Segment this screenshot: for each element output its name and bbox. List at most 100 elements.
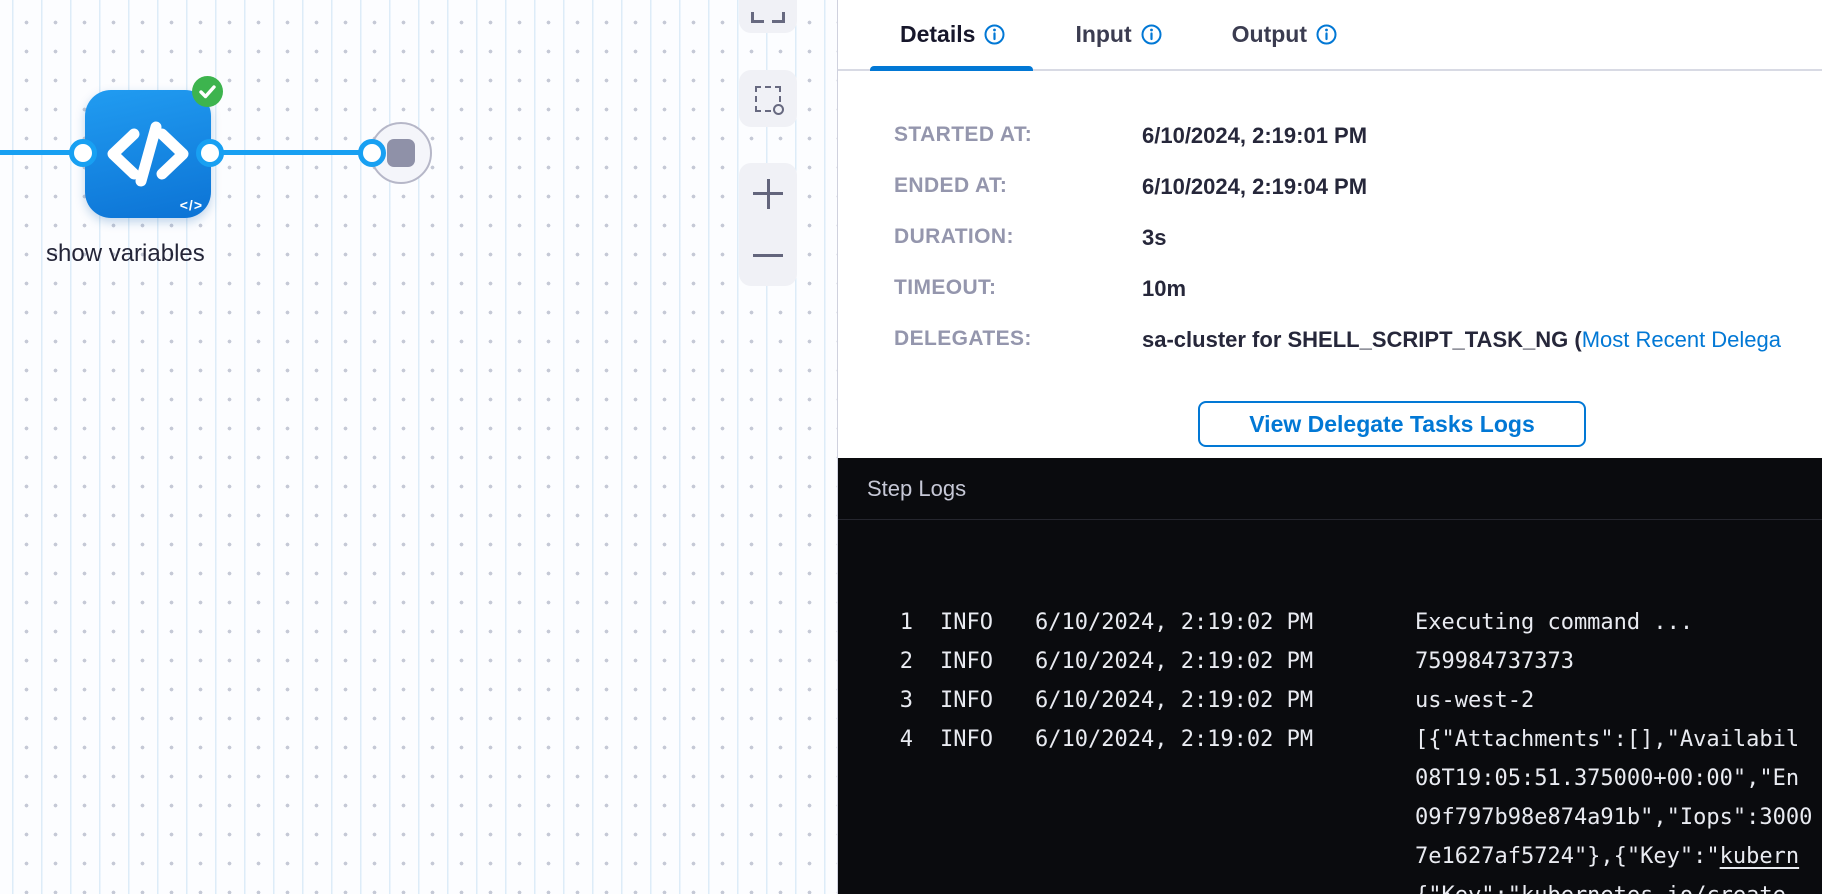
step-details-panel: Details Input Output STARTED xyxy=(837,0,1822,894)
log-timestamp xyxy=(1035,759,1415,798)
log-message: 09f797b98e874a91b","Iops":3000 xyxy=(1415,798,1822,837)
log-level: INFO xyxy=(940,642,1035,681)
log-message: us-west-2 xyxy=(1415,681,1822,720)
log-message-text: 7e1627af5724"},{"Key":" xyxy=(1415,844,1720,869)
log-timestamp: 6/10/2024, 2:19:02 PM xyxy=(1035,681,1415,720)
tab-details[interactable]: Details xyxy=(886,21,1019,48)
tab-input-label: Input xyxy=(1075,21,1131,48)
log-line-number: 1 xyxy=(838,603,913,642)
log-message: 08T19:05:51.375000+00:00","En xyxy=(1415,759,1822,798)
most-recent-delegate-link[interactable]: Most Recent Delega xyxy=(1582,327,1781,352)
detail-row-duration: DURATION: 3s xyxy=(894,225,1822,251)
tab-input[interactable]: Input xyxy=(1061,21,1175,48)
log-timestamp xyxy=(1035,876,1415,894)
view-delegate-tasks-logs-button[interactable]: View Delegate Tasks Logs xyxy=(1198,401,1586,447)
log-link[interactable]: kubern xyxy=(1720,844,1799,869)
step-node-label: show variables xyxy=(46,240,205,268)
log-line: 2 INFO 6/10/2024, 2:19:02 PM 75998473737… xyxy=(838,642,1822,681)
tab-details-label: Details xyxy=(900,21,975,48)
log-message: {"Key":"kubernetes.io/create xyxy=(1415,876,1822,894)
log-line-continuation: 09f797b98e874a91b","Iops":3000 xyxy=(838,798,1822,837)
plus-icon xyxy=(753,179,783,209)
log-line-number: 2 xyxy=(838,642,913,681)
log-line-continuation: {"Key":"kubernetes.io/create xyxy=(838,876,1822,894)
step-node-show-variables[interactable]: </> xyxy=(85,90,211,218)
log-line-continuation: 7e1627af5724"},{"Key":"kubern xyxy=(838,837,1822,876)
zoom-out-button[interactable] xyxy=(753,225,783,286)
log-timestamp xyxy=(1035,798,1415,837)
log-level xyxy=(940,798,1035,837)
minus-icon xyxy=(753,240,783,270)
log-line-number xyxy=(838,798,913,837)
log-line-number xyxy=(838,759,913,798)
log-message-text: 08T19:05:51.375000+00:00","En xyxy=(1415,766,1799,791)
zoom-controls xyxy=(739,163,797,286)
log-timestamp xyxy=(1035,837,1415,876)
log-message-text: us-west-2 xyxy=(1415,688,1534,713)
node-out-port[interactable] xyxy=(196,139,224,167)
log-message-text: 759984737373 xyxy=(1415,649,1574,674)
detail-label: STARTED AT: xyxy=(894,123,1142,149)
detail-label: DELEGATES: xyxy=(894,327,1142,353)
zoom-in-button[interactable] xyxy=(753,163,783,224)
log-level xyxy=(940,876,1035,894)
log-timestamp: 6/10/2024, 2:19:02 PM xyxy=(1035,720,1415,759)
tab-output-label: Output xyxy=(1232,21,1307,48)
detail-value: 10m xyxy=(1142,276,1186,302)
fit-view-icon xyxy=(751,12,785,23)
detail-value: 6/10/2024, 2:19:04 PM xyxy=(1142,174,1367,200)
marquee-select-icon xyxy=(755,86,781,112)
detail-value: 6/10/2024, 2:19:01 PM xyxy=(1142,123,1367,149)
detail-value: 3s xyxy=(1142,225,1166,251)
log-level: INFO xyxy=(940,681,1035,720)
log-message: [{"Attachments":[],"Availabil xyxy=(1415,720,1822,759)
shell-script-mini-icon: </> xyxy=(180,197,203,213)
detail-row-started-at: STARTED AT: 6/10/2024, 2:19:01 PM xyxy=(894,123,1822,149)
stop-node-in-port[interactable] xyxy=(358,139,386,167)
log-line-number: 4 xyxy=(838,720,913,759)
detail-row-delegates: DELEGATES: sa-cluster for SHELL_SCRIPT_T… xyxy=(894,327,1822,353)
log-line-number xyxy=(838,837,913,876)
detail-row-timeout: TIMEOUT: 10m xyxy=(894,276,1822,302)
log-level xyxy=(940,837,1035,876)
log-message: Executing command ... xyxy=(1415,603,1822,642)
detail-label: TIMEOUT: xyxy=(894,276,1142,302)
node-in-port[interactable] xyxy=(69,139,97,167)
info-icon[interactable] xyxy=(984,24,1005,45)
log-line-continuation: 08T19:05:51.375000+00:00","En xyxy=(838,759,1822,798)
log-message: 7e1627af5724"},{"Key":"kubern xyxy=(1415,837,1822,876)
tab-output[interactable]: Output xyxy=(1218,21,1351,48)
fit-view-button[interactable] xyxy=(739,0,797,33)
success-check-icon xyxy=(192,76,223,107)
log-timestamp: 6/10/2024, 2:19:02 PM xyxy=(1035,642,1415,681)
detail-value: sa-cluster for SHELL_SCRIPT_TASK_NG (Mos… xyxy=(1142,327,1781,353)
log-line: 4 INFO 6/10/2024, 2:19:02 PM [{"Attachme… xyxy=(838,720,1822,759)
log-message-text: Executing command ... xyxy=(1415,610,1693,635)
log-level: INFO xyxy=(940,720,1035,759)
log-message-text: 09f797b98e874a91b","Iops":3000 xyxy=(1415,805,1812,830)
log-line-number xyxy=(838,876,913,894)
log-message: 759984737373 xyxy=(1415,642,1822,681)
detail-row-ended-at: ENDED AT: 6/10/2024, 2:19:04 PM xyxy=(894,174,1822,200)
step-logs-section: Step Logs 1 INFO 6/10/2024, 2:19:02 PM E… xyxy=(838,458,1822,894)
log-level xyxy=(940,759,1035,798)
log-level: INFO xyxy=(940,603,1035,642)
pipeline-execution-view: </> show variables xyxy=(0,0,1822,894)
log-timestamp: 6/10/2024, 2:19:02 PM xyxy=(1035,603,1415,642)
active-tab-underline xyxy=(870,66,1033,71)
log-line: 1 INFO 6/10/2024, 2:19:02 PM Executing c… xyxy=(838,603,1822,642)
pipeline-canvas[interactable]: </> show variables xyxy=(0,0,837,894)
step-logs-header: Step Logs xyxy=(838,458,1822,520)
log-message-text: [{"Attachments":[],"Availabil xyxy=(1415,727,1799,752)
delegate-value: sa-cluster for SHELL_SCRIPT_TASK_NG ( xyxy=(1142,327,1582,352)
marquee-select-button[interactable] xyxy=(739,70,797,127)
log-console[interactable]: 1 INFO 6/10/2024, 2:19:02 PM Executing c… xyxy=(838,520,1822,894)
log-line-number: 3 xyxy=(838,681,913,720)
stop-icon xyxy=(387,139,415,167)
details-section: STARTED AT: 6/10/2024, 2:19:01 PM ENDED … xyxy=(838,71,1822,447)
detail-label: ENDED AT: xyxy=(894,174,1142,200)
log-line: 3 INFO 6/10/2024, 2:19:02 PM us-west-2 xyxy=(838,681,1822,720)
info-icon[interactable] xyxy=(1316,24,1337,45)
log-message-text: {"Key":"kubernetes.io/create xyxy=(1415,883,1786,894)
info-icon[interactable] xyxy=(1141,24,1162,45)
